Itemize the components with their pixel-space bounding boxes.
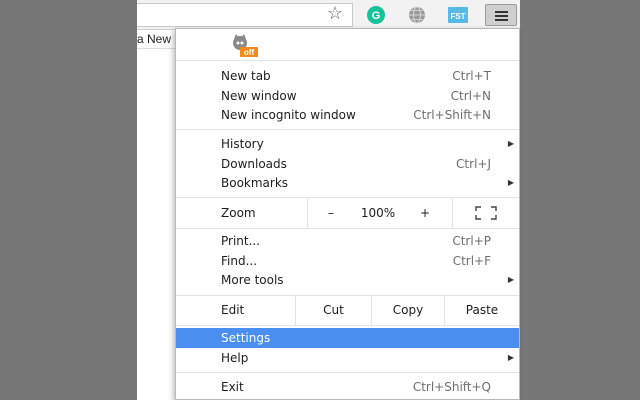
menu-item-settings[interactable]: Settings <box>176 328 519 348</box>
zoom-divider <box>452 198 453 228</box>
chrome-menu: off New tab Ctrl+T New window Ctrl+N New… <box>175 28 520 400</box>
menu-item-new-window[interactable]: New window Ctrl+N <box>176 86 519 106</box>
menu-item-history[interactable]: History ▶ <box>176 134 519 154</box>
address-bar[interactable] <box>137 3 353 27</box>
edit-label: Edit <box>221 303 245 317</box>
menu-item-label: Settings <box>221 331 271 345</box>
menu-item-bookmarks[interactable]: Bookmarks ▶ <box>176 173 519 193</box>
zoom-divider <box>307 198 308 228</box>
menu-edit-row: Edit Cut Copy Paste <box>176 295 519 325</box>
menu-item-more-tools[interactable]: More tools ▶ <box>176 270 519 290</box>
menu-item-label: New incognito window <box>221 108 356 122</box>
menu-item-label: Print... <box>221 234 261 248</box>
menu-item-label: Downloads <box>221 157 287 171</box>
star-icon[interactable]: ☆ <box>323 3 347 23</box>
menu-item-label: Help <box>221 351 249 365</box>
menu-item-shortcut: Ctrl+F <box>452 254 491 268</box>
hamburger-bar <box>495 11 508 13</box>
menu-item-label: New tab <box>221 69 271 83</box>
menu-item-shortcut: Ctrl+Shift+N <box>413 108 491 122</box>
paste-button[interactable]: Paste <box>445 295 519 325</box>
submenu-arrow-icon: ▶ <box>507 275 514 284</box>
hamburger-bar <box>495 15 508 17</box>
grammarly-letter: G <box>372 10 381 22</box>
menu-item-new-tab[interactable]: New tab Ctrl+T <box>176 66 519 86</box>
zoom-out-button[interactable]: – <box>321 198 341 228</box>
hamburger-menu-button[interactable] <box>485 4 517 26</box>
extension-logo-text: off <box>244 48 255 57</box>
letterbox-left <box>0 0 137 400</box>
menu-item-shortcut: Ctrl+T <box>452 69 491 83</box>
menu-separator <box>176 325 519 326</box>
submenu-arrow-icon: ▶ <box>507 353 514 362</box>
extension-logo-icon[interactable]: off <box>229 33 259 59</box>
zoom-level: 100% <box>360 206 396 220</box>
fst-label: FST <box>450 12 465 21</box>
menu-item-shortcut: Ctrl+Shift+Q <box>412 380 491 394</box>
menu-item-find[interactable]: Find... Ctrl+F <box>176 251 519 271</box>
letterbox-right <box>520 0 640 400</box>
menu-separator <box>176 228 519 229</box>
menu-separator <box>176 372 519 373</box>
submenu-arrow-icon: ▶ <box>507 139 514 148</box>
fullscreen-icon[interactable] <box>475 206 497 220</box>
menu-item-shortcut: Ctrl+N <box>450 89 491 103</box>
copy-button[interactable]: Copy <box>372 295 444 325</box>
menu-item-label: More tools <box>221 273 284 287</box>
menu-item-shortcut: Ctrl+J <box>456 157 491 171</box>
menu-item-shortcut: Ctrl+P <box>452 234 491 248</box>
browser-toolbar: ☆ G FST <box>137 0 520 30</box>
cut-button[interactable]: Cut <box>296 295 371 325</box>
fst-icon[interactable]: FST <box>447 5 469 25</box>
menu-extension-row: off <box>176 29 519 61</box>
menu-item-label: Find... <box>221 254 258 268</box>
menu-item-label: Exit <box>221 380 244 394</box>
menu-item-print[interactable]: Print... Ctrl+P <box>176 231 519 251</box>
menu-item-new-incognito-window[interactable]: New incognito window Ctrl+Shift+N <box>176 105 519 125</box>
menu-item-label: Bookmarks <box>221 176 289 190</box>
menu-zoom-row: Zoom – 100% + <box>176 198 519 228</box>
globe-icon[interactable] <box>406 5 428 25</box>
zoom-in-button[interactable]: + <box>415 198 435 228</box>
menu-item-exit[interactable]: Exit Ctrl+Shift+Q <box>176 377 519 397</box>
menu-separator <box>176 129 519 130</box>
bookmark-item-partial[interactable]: a New <box>137 31 171 47</box>
menu-item-downloads[interactable]: Downloads Ctrl+J <box>176 154 519 174</box>
submenu-arrow-icon: ▶ <box>507 178 514 187</box>
grammarly-icon[interactable]: G <box>365 5 387 25</box>
zoom-label: Zoom <box>221 206 256 220</box>
menu-item-label: History <box>221 137 264 151</box>
hamburger-bar <box>495 19 508 21</box>
menu-item-help[interactable]: Help ▶ <box>176 348 519 368</box>
menu-item-label: New window <box>221 89 297 103</box>
